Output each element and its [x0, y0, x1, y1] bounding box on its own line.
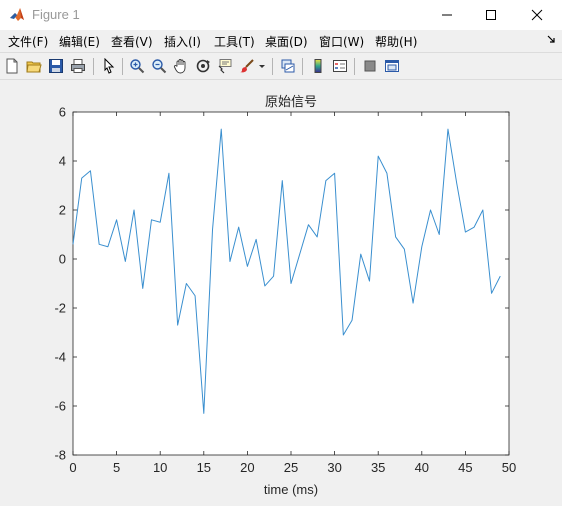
y-tick-label: -4	[54, 350, 66, 365]
brush-dropdown-button[interactable]	[257, 56, 267, 76]
rotate-3d-button[interactable]	[193, 56, 213, 76]
toolbar-separator	[354, 58, 355, 75]
window-title-bar[interactable]: Figure 1	[0, 0, 562, 30]
x-axis-label: time (ms)	[264, 482, 318, 497]
edit-plot-button[interactable]	[99, 56, 119, 76]
zoom-in-icon	[130, 59, 145, 74]
insert-legend-button[interactable]	[330, 56, 350, 76]
colorbar-icon	[314, 59, 322, 73]
menu-help[interactable]: 帮助(H)	[375, 33, 417, 50]
link-plot-button[interactable]	[278, 56, 298, 76]
toolbar-separator	[122, 58, 123, 75]
menu-dock-arrow-icon[interactable]	[547, 35, 556, 44]
x-tick-label: 35	[371, 460, 385, 475]
zoom-out-icon	[152, 59, 167, 74]
toolbar-separator	[302, 58, 303, 75]
show-plot-tools-button[interactable]	[382, 56, 402, 76]
close-icon	[531, 9, 543, 21]
x-tick-label: 30	[327, 460, 341, 475]
insert-colorbar-button[interactable]	[308, 56, 328, 76]
minimize-icon	[442, 14, 452, 16]
window-title: Figure 1	[32, 7, 80, 22]
new-figure-button[interactable]	[2, 56, 22, 76]
print-button[interactable]	[68, 56, 88, 76]
figure-canvas[interactable]: 0 5 10 15 20 25 30 35 40 45 50 -8 -6 -4 -2 0 2 4 6 原始信号 time…	[0, 80, 562, 502]
menu-desktop[interactable]: 桌面(D)	[265, 33, 308, 50]
toolbar-separator	[272, 58, 273, 75]
y-tick-label: 4	[59, 154, 66, 169]
open-file-button[interactable]	[24, 56, 44, 76]
zoom-in-button[interactable]	[127, 56, 147, 76]
hide-plot-tools-button[interactable]	[360, 56, 380, 76]
figure-toolbar	[0, 52, 562, 80]
menu-tools[interactable]: 工具(T)	[214, 33, 255, 50]
menu-file[interactable]: 文件(F)	[8, 33, 48, 50]
x-tick-label: 10	[153, 460, 167, 475]
brush-icon	[240, 59, 254, 73]
maximize-button[interactable]	[468, 0, 514, 30]
x-tick-label: 20	[240, 460, 254, 475]
x-tick-label: 50	[502, 460, 516, 475]
y-tick-label: 0	[59, 252, 66, 267]
y-tick-label: -2	[54, 301, 66, 316]
legend-icon	[333, 60, 347, 72]
save-button[interactable]	[46, 56, 66, 76]
link-plot-icon	[281, 59, 295, 73]
y-tick-label: 2	[59, 203, 66, 218]
new-figure-icon	[6, 58, 18, 74]
matlab-logo-icon	[10, 8, 24, 21]
close-button[interactable]	[514, 0, 560, 30]
x-tick-label: 5	[113, 460, 120, 475]
zoom-out-button[interactable]	[149, 56, 169, 76]
x-tick-label: 45	[458, 460, 472, 475]
y-tick-label: -6	[54, 399, 66, 414]
pointer-icon	[104, 58, 115, 74]
x-tick-label: 40	[415, 460, 429, 475]
data-cursor-button[interactable]	[215, 56, 235, 76]
print-icon	[71, 59, 85, 73]
x-tick-label: 25	[284, 460, 298, 475]
y-tick-label: 6	[59, 105, 66, 120]
x-tick-label: 0	[69, 460, 76, 475]
open-file-icon	[26, 61, 42, 73]
data-cursor-icon	[218, 59, 232, 74]
menu-edit[interactable]: 编辑(E)	[59, 33, 100, 50]
chart-title: 原始信号	[265, 94, 317, 109]
menu-window[interactable]: 窗口(W)	[319, 33, 364, 50]
minimize-button[interactable]	[424, 0, 470, 30]
show-plot-tools-icon	[385, 60, 399, 72]
line-plot[interactable]: 0 5 10 15 20 25 30 35 40 45 50 -8 -6 -4 -2 0 2 4 6 原始信号 time…	[0, 80, 562, 502]
toolbar-separator	[93, 58, 94, 75]
pan-hand-icon	[173, 59, 186, 74]
hide-plot-tools-icon	[364, 60, 376, 72]
rotate-3d-icon	[196, 59, 210, 73]
menu-insert[interactable]: 插入(I)	[164, 33, 201, 50]
menu-bar: 文件(F) 编辑(E) 查看(V) 插入(I) 工具(T) 桌面(D) 窗口(W…	[0, 30, 562, 52]
x-tick-label: 15	[197, 460, 211, 475]
menu-view[interactable]: 查看(V)	[111, 33, 153, 50]
maximize-icon	[486, 10, 496, 20]
pan-button[interactable]	[171, 56, 191, 76]
brush-dropdown-icon	[259, 65, 265, 68]
save-icon	[49, 59, 63, 73]
y-tick-label: -8	[54, 448, 66, 463]
brush-button[interactable]	[237, 56, 257, 76]
